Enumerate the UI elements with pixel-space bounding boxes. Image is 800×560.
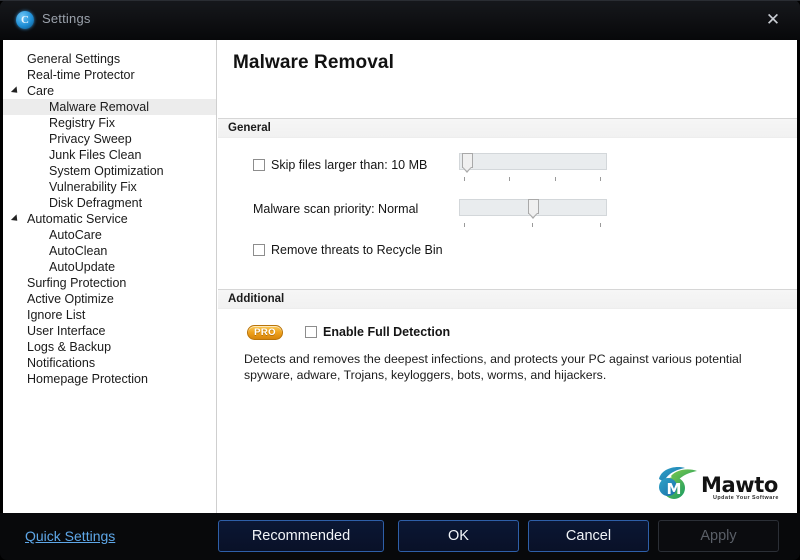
- sidebar-item-label: Real-time Protector: [27, 68, 135, 82]
- slider-tick: [532, 223, 533, 227]
- ok-button[interactable]: OK: [398, 520, 519, 552]
- section-header-additional: Additional: [218, 289, 797, 309]
- mawto-logo-icon: M: [659, 467, 697, 499]
- settings-window: C Settings ✕ General Settings Real-time P…: [0, 0, 800, 560]
- sidebar-item-label: Vulnerability Fix: [49, 180, 137, 194]
- title-bar: C Settings ✕: [0, 0, 800, 40]
- sidebar-item-label: Automatic Service: [27, 212, 128, 226]
- recommended-button[interactable]: Recommended: [218, 520, 384, 552]
- sidebar-item-label: System Optimization: [49, 164, 164, 178]
- sidebar-item-vulnerability-fix[interactable]: Vulnerability Fix: [3, 179, 216, 195]
- sidebar-item-label: AutoClean: [49, 244, 108, 258]
- section-header-general: General: [218, 118, 797, 138]
- sidebar-item-label: General Settings: [27, 52, 121, 66]
- sidebar-item-junk-files-clean[interactable]: Junk Files Clean: [3, 147, 216, 163]
- scan-priority-row: Malware scan priority: Normal: [253, 202, 418, 216]
- comodo-c-icon: C: [16, 11, 34, 29]
- sidebar-item-surfing-protection[interactable]: Surfing Protection: [3, 275, 216, 291]
- full-detection-checkbox[interactable]: [305, 326, 317, 338]
- sidebar-item-disk-defragment[interactable]: Disk Defragment: [3, 195, 216, 211]
- page-title: Malware Removal: [233, 52, 394, 73]
- sidebar-item-autocare[interactable]: AutoCare: [3, 227, 216, 243]
- skip-files-size-slider[interactable]: [459, 153, 607, 183]
- svg-text:M: M: [667, 480, 682, 498]
- sidebar-item-autoupdate[interactable]: AutoUpdate: [3, 259, 216, 275]
- quick-settings-link[interactable]: Quick Settings: [25, 528, 115, 544]
- sidebar-item-autoclean[interactable]: AutoClean: [3, 243, 216, 259]
- skip-files-label: Skip files larger than: 10 MB: [271, 158, 428, 172]
- slider-tick: [464, 177, 465, 181]
- footer-bar: Quick Settings Recommended OK Cancel Apply: [0, 513, 800, 560]
- sidebar-item-notifications[interactable]: Notifications: [3, 355, 216, 371]
- sidebar-item-label: Notifications: [27, 356, 96, 370]
- sidebar-item-system-optimization[interactable]: System Optimization: [3, 163, 216, 179]
- sidebar-item-label: Homepage Protection: [27, 372, 148, 386]
- sidebar-item-homepage-protection[interactable]: Homepage Protection: [3, 371, 216, 387]
- slider-tick: [464, 223, 465, 227]
- sidebar-item-ignore-list[interactable]: Ignore List: [3, 307, 216, 323]
- recycle-bin-checkbox[interactable]: [253, 244, 265, 256]
- settings-content: Malware Removal General Skip files large…: [218, 40, 797, 513]
- sidebar-item-label: Disk Defragment: [49, 196, 143, 210]
- sidebar-item-active-optimize[interactable]: Active Optimize: [3, 291, 216, 307]
- mawto-wordmark: Mawto: [701, 473, 778, 497]
- pro-badge: PRO: [247, 325, 283, 340]
- slider-track[interactable]: [459, 153, 607, 170]
- slider-track[interactable]: [459, 199, 607, 216]
- sidebar-item-label: AutoCare: [49, 228, 102, 242]
- sidebar-item-automatic-service[interactable]: Automatic Service: [3, 211, 216, 227]
- sidebar-item-logs-backup[interactable]: Logs & Backup: [3, 339, 216, 355]
- sidebar-item-label: Surfing Protection: [27, 276, 127, 290]
- sidebar-item-label: AutoUpdate: [49, 260, 116, 274]
- sidebar-item-label: Logs & Backup: [27, 340, 112, 354]
- sidebar-item-label: User Interface: [27, 324, 106, 338]
- slider-ticks: [459, 223, 607, 228]
- scan-priority-slider[interactable]: [459, 199, 607, 229]
- sidebar-item-label: Malware Removal: [49, 100, 150, 114]
- cancel-button[interactable]: Cancel: [528, 520, 649, 552]
- close-icon[interactable]: ✕: [756, 6, 790, 34]
- comodo-c-glyph: C: [21, 13, 29, 26]
- sidebar-item-general-settings[interactable]: General Settings: [3, 51, 216, 67]
- section-title-additional: Additional: [228, 293, 285, 305]
- apply-button: Apply: [658, 520, 779, 552]
- sidebar-item-label: Privacy Sweep: [49, 132, 132, 146]
- mawto-tagline: Update Your Software: [713, 495, 779, 501]
- sidebar-item-privacy-sweep[interactable]: Privacy Sweep: [3, 131, 216, 147]
- sidebar-item-label: Junk Files Clean: [49, 148, 142, 162]
- section-title-general: General: [228, 122, 271, 134]
- recycle-bin-label: Remove threats to Recycle Bin: [271, 243, 443, 257]
- scan-priority-label: Malware scan priority: Normal: [253, 202, 419, 216]
- slider-tick: [600, 223, 601, 227]
- expander-triangle-icon[interactable]: [10, 214, 21, 224]
- recycle-bin-checkbox-row[interactable]: Remove threats to Recycle Bin: [253, 243, 443, 257]
- sidebar-item-label: Registry Fix: [49, 116, 115, 130]
- skip-files-checkbox[interactable]: [253, 159, 265, 171]
- full-detection-description: Detects and removes the deepest infectio…: [244, 352, 742, 382]
- full-detection-label: Enable Full Detection: [323, 325, 451, 339]
- sidebar-item-care[interactable]: Care: [3, 83, 216, 99]
- slider-tick: [600, 177, 601, 181]
- title-bar-highlight: [0, 0, 800, 1]
- full-detection-checkbox-row[interactable]: Enable Full Detection: [305, 325, 450, 339]
- client-area: General Settings Real-time Protector Care M…: [3, 40, 797, 513]
- mawto-watermark: M Mawto Update Your Software: [655, 465, 785, 509]
- sidebar-item-real-time-protector[interactable]: Real-time Protector: [3, 67, 216, 83]
- sidebar-item-malware-removal[interactable]: Malware Removal: [3, 99, 216, 115]
- expander-triangle-icon[interactable]: [10, 86, 21, 96]
- sidebar-item-label: Ignore List: [27, 308, 86, 322]
- window-title: Settings: [42, 11, 91, 26]
- settings-sidebar: General Settings Real-time Protector Care M…: [3, 40, 217, 513]
- slider-ticks: [459, 177, 607, 182]
- sidebar-item-user-interface[interactable]: User Interface: [3, 323, 216, 339]
- slider-tick: [509, 177, 510, 181]
- sidebar-item-registry-fix[interactable]: Registry Fix: [3, 115, 216, 131]
- sidebar-item-label: Care: [27, 84, 55, 98]
- pro-badge-label: PRO: [254, 327, 276, 338]
- slider-tick: [555, 177, 556, 181]
- sidebar-item-label: Active Optimize: [27, 292, 114, 306]
- skip-files-checkbox-row[interactable]: Skip files larger than: 10 MB: [253, 158, 427, 172]
